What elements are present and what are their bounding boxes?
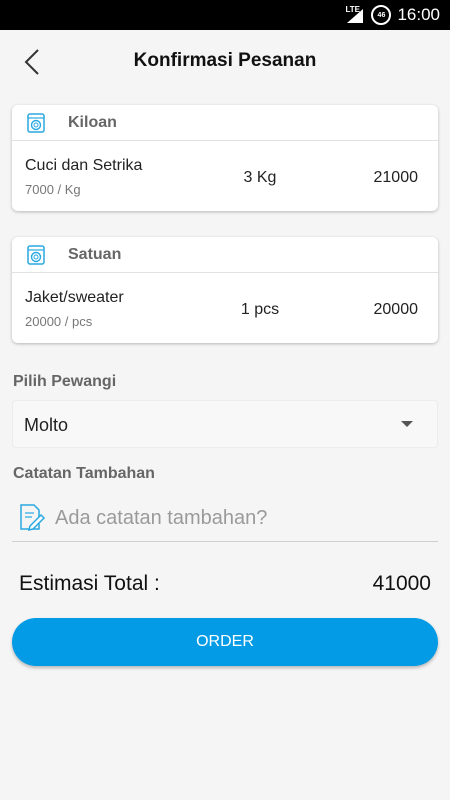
- status-bar: LTE 46 16:00: [0, 0, 450, 30]
- status-time: 16:00: [397, 5, 440, 24]
- fragrance-label: Pilih Pewangi: [13, 373, 117, 390]
- item-name: Cuci dan Setrika: [25, 157, 143, 174]
- notes-label: Catatan Tambahan: [13, 465, 155, 482]
- washing-machine-icon: [26, 244, 46, 265]
- battery-level: 46: [377, 11, 386, 19]
- item-unit-price: 20000 / pcs: [25, 314, 93, 329]
- notes-input[interactable]: [55, 502, 425, 534]
- fragrance-dropdown[interactable]: Molto: [12, 400, 438, 448]
- total-value: 41000: [372, 572, 431, 595]
- fragrance-selected-value: Molto: [24, 415, 69, 435]
- order-card-kiloan: Kiloan Cuci dan Setrika 7000 / Kg 3 Kg 2…: [12, 105, 438, 211]
- order-item-row: Cuci dan Setrika 7000 / Kg 3 Kg 21000: [12, 141, 438, 211]
- total-label: Estimasi Total :: [19, 572, 160, 595]
- card-header: Kiloan: [12, 105, 438, 141]
- item-price: 20000: [373, 301, 419, 318]
- order-button[interactable]: ORDER: [12, 618, 438, 666]
- order-card-satuan: Satuan Jaket/sweater 20000 / pcs 1 pcs 2…: [12, 237, 438, 343]
- edit-note-icon: [20, 504, 46, 532]
- item-name: Jaket/sweater: [25, 289, 124, 306]
- item-quantity: 3 Kg: [243, 169, 277, 186]
- category-title: Kiloan: [68, 113, 117, 131]
- card-header: Satuan: [12, 237, 438, 273]
- item-price: 21000: [373, 169, 419, 186]
- washing-machine-icon: [26, 112, 46, 133]
- page-title: Konfirmasi Pesanan: [133, 50, 317, 71]
- category-title: Satuan: [68, 245, 122, 263]
- lte-signal-icon: LTE: [345, 5, 365, 25]
- battery-icon: 46: [371, 5, 392, 25]
- notes-field: [12, 496, 438, 542]
- item-unit-price: 7000 / Kg: [25, 182, 81, 197]
- app-bar: Konfirmasi Pesanan: [0, 30, 450, 94]
- item-quantity: 1 pcs: [240, 301, 280, 318]
- dropdown-arrow-icon: [401, 421, 413, 427]
- order-item-row: Jaket/sweater 20000 / pcs 1 pcs 20000: [12, 273, 438, 343]
